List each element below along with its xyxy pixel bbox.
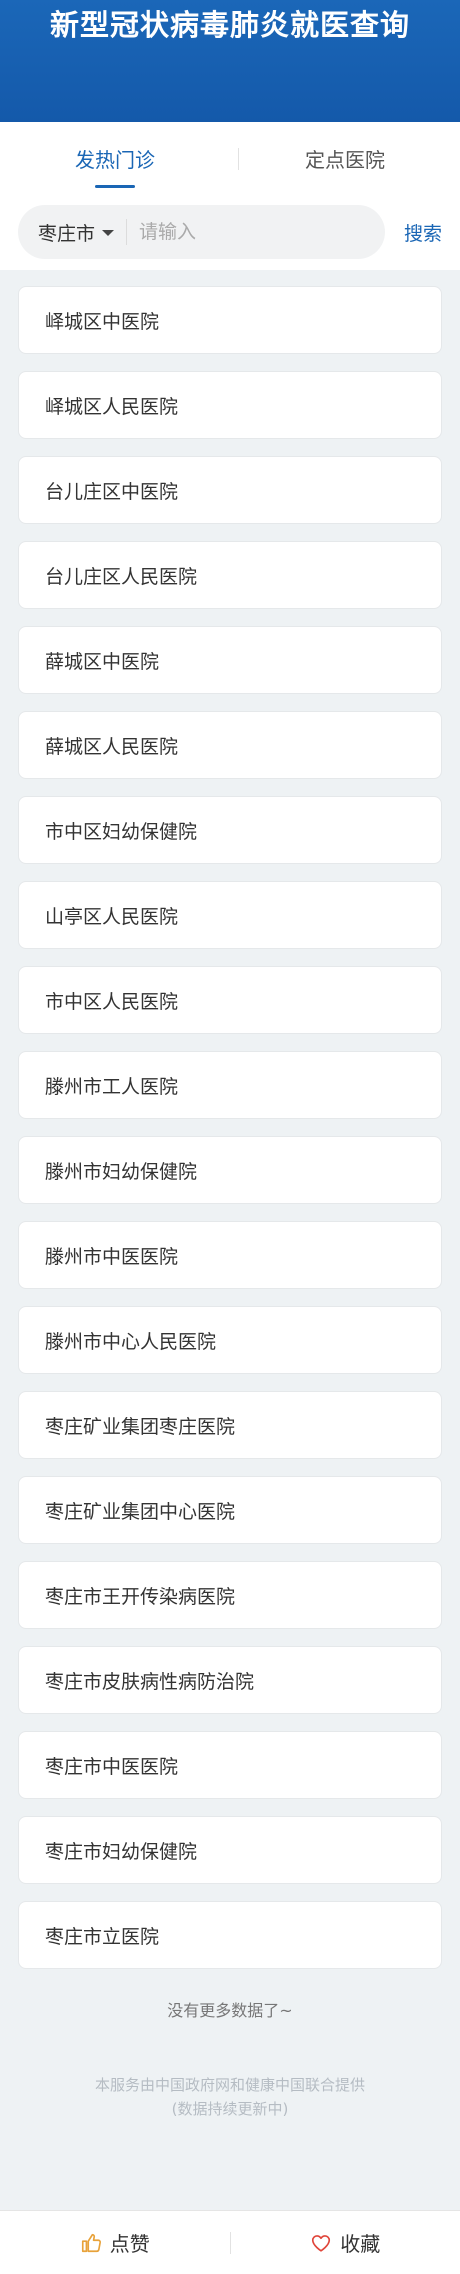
- list-item[interactable]: 峄城区人民医院: [18, 371, 442, 439]
- heart-icon: [312, 2234, 331, 2252]
- favorite-label: 收藏: [340, 2232, 381, 2256]
- thumbs-up-icon: [81, 2233, 101, 2252]
- search-input[interactable]: [139, 221, 340, 243]
- list-item[interactable]: 市中区妇幼保健院: [18, 796, 442, 864]
- list-item[interactable]: 台儿庄区中医院: [18, 456, 442, 524]
- list-item[interactable]: 枣庄市王开传染病医院: [18, 1561, 442, 1629]
- tab-fever-clinic[interactable]: 发热门诊: [0, 122, 230, 194]
- search-button[interactable]: 搜索: [404, 219, 442, 246]
- no-more-data-text: 没有更多数据了~: [167, 2001, 293, 2020]
- hospital-list: 峄城区中医院 峄城区人民医院 台儿庄区中医院 台儿庄区人民医院 薛城区中医院 薛…: [0, 270, 460, 1969]
- list-item[interactable]: 滕州市工人医院: [18, 1051, 442, 1119]
- list-item[interactable]: 枣庄矿业集团中心医院: [18, 1476, 442, 1544]
- list-item[interactable]: 滕州市中医医院: [18, 1221, 442, 1289]
- page-title: 新型冠状病毒肺炎就医查询: [49, 8, 410, 42]
- like-label: 点赞: [109, 2232, 150, 2256]
- footer-note-line2: (数据持续更新中): [171, 2100, 289, 2118]
- list-item[interactable]: 滕州市中心人民医院: [18, 1306, 442, 1374]
- tab-bar: 发热门诊 定点医院: [0, 122, 460, 194]
- list-item[interactable]: 台儿庄区人民医院: [18, 541, 442, 609]
- city-select-label: 枣庄市: [38, 222, 96, 245]
- list-item[interactable]: 薛城区人民医院: [18, 711, 442, 779]
- city-select[interactable]: 枣庄市: [38, 219, 128, 245]
- list-item[interactable]: 枣庄市妇幼保健院: [18, 1816, 442, 1884]
- list-item[interactable]: 枣庄矿业集团枣庄医院: [18, 1391, 442, 1459]
- tab-designated-hospital[interactable]: 定点医院: [230, 122, 460, 194]
- header-banner: 新型冠状病毒肺炎就医查询: [0, 0, 460, 122]
- footer-note: 本服务由中国政府网和健康中国联合提供 (数据持续更新中): [0, 2073, 460, 2121]
- list-item[interactable]: 滕州市妇幼保健院: [18, 1136, 442, 1204]
- chevron-down-icon: [102, 230, 115, 236]
- bottom-action-bar: 点赞 收藏: [0, 2210, 460, 2274]
- list-item[interactable]: 峄城区中医院: [18, 286, 442, 354]
- list-item[interactable]: 枣庄市皮肤病性病防治院: [18, 1646, 442, 1714]
- list-item[interactable]: 枣庄市立医院: [18, 1901, 442, 1969]
- list-item[interactable]: 枣庄市中医医院: [18, 1731, 442, 1799]
- search-box: 枣庄市: [18, 205, 385, 259]
- list-item[interactable]: 山亭区人民医院: [18, 881, 442, 949]
- like-button[interactable]: 点赞: [0, 2228, 230, 2257]
- favorite-button[interactable]: 收藏: [231, 2228, 460, 2257]
- search-bar: 枣庄市 搜索: [0, 194, 460, 270]
- page: 新型冠状病毒肺炎就医查询 发热门诊 定点医院 枣庄市 搜索 峄城区中医院 峄城区…: [0, 0, 460, 2274]
- list-item[interactable]: 市中区人民医院: [18, 966, 442, 1034]
- footer-note-line1: 本服务由中国政府网和健康中国联合提供: [94, 2076, 365, 2094]
- list-item[interactable]: 薛城区中医院: [18, 626, 442, 694]
